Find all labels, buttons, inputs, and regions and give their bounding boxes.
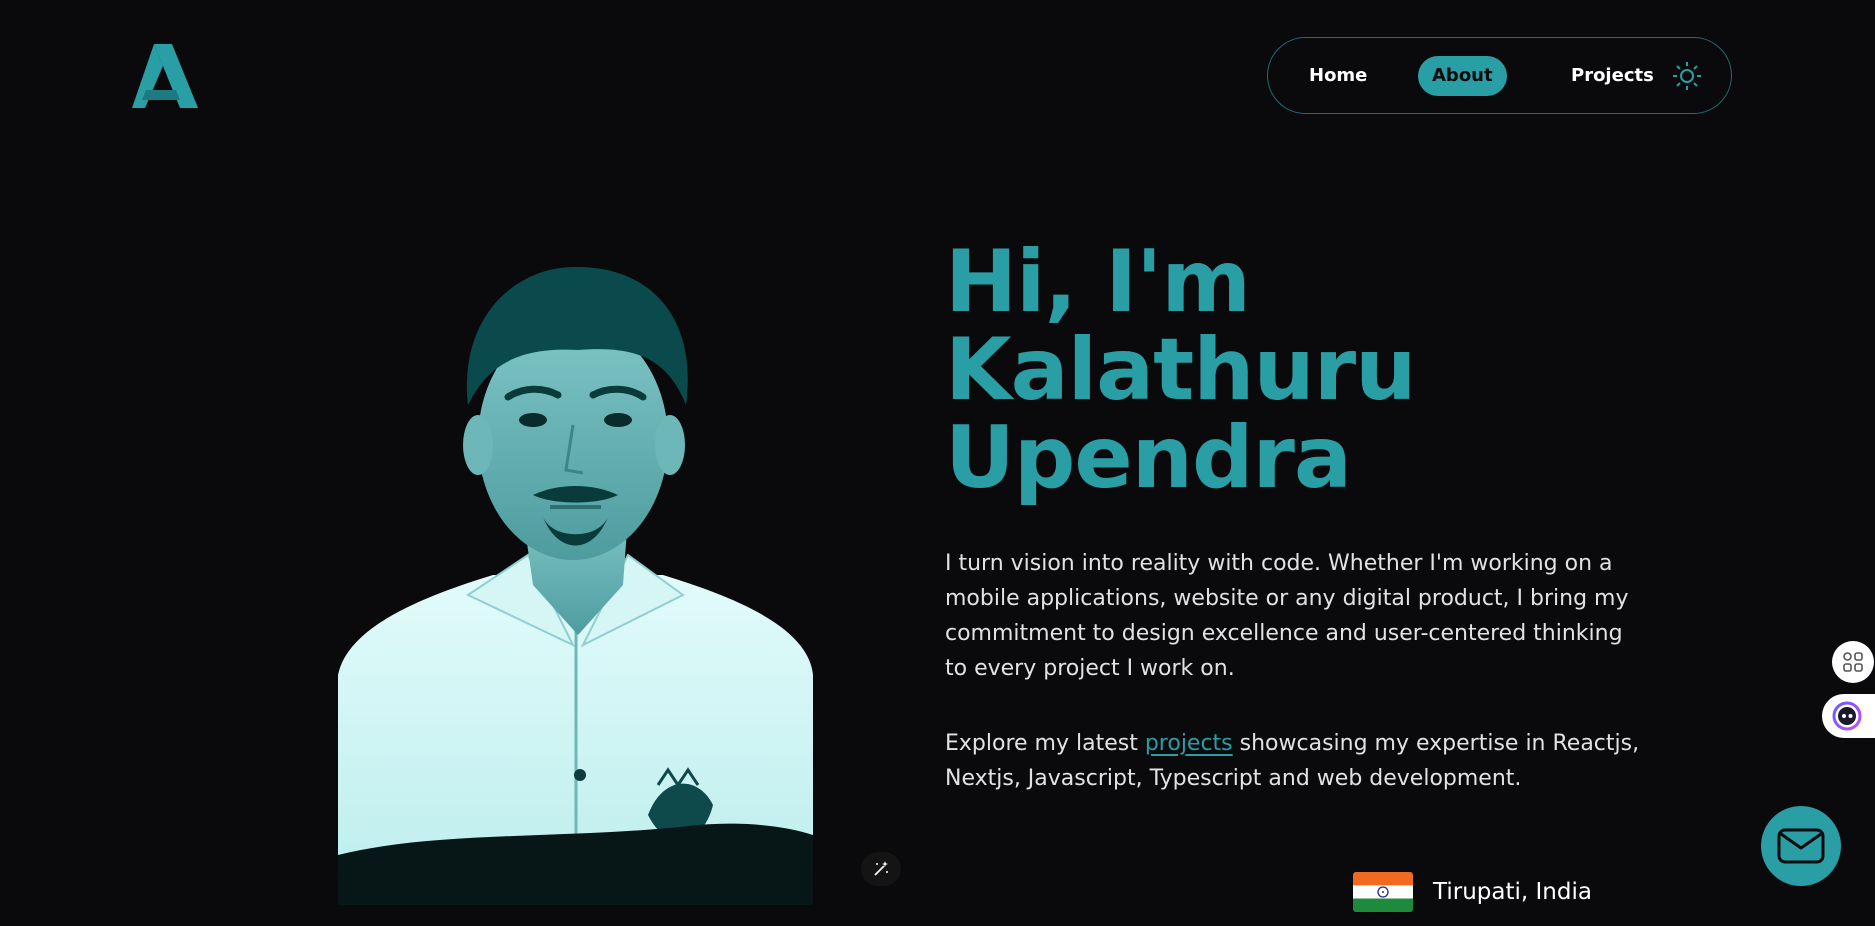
location: Tirupati, India [1353, 872, 1592, 912]
projects-link[interactable]: projects [1145, 731, 1233, 756]
assistant-face-icon[interactable] [1822, 694, 1875, 738]
projects-paragraph: Explore my latest projects showcasing my… [945, 726, 1645, 796]
profile-photo [318, 255, 838, 925]
mail-icon[interactable] [1761, 806, 1841, 886]
magic-wand-icon[interactable] [861, 852, 901, 886]
nav-home[interactable]: Home [1295, 56, 1381, 96]
projects-paragraph-lead: Explore my latest [945, 731, 1145, 756]
a-logo-icon[interactable] [132, 44, 198, 108]
intro-paragraph: I turn vision into reality with code. Wh… [945, 551, 1629, 681]
india-flag-icon [1353, 872, 1413, 912]
hero-title-line-1: Hi, I'm [945, 232, 1251, 332]
hero-title-line-3: Upendra [945, 408, 1352, 508]
nav-projects[interactable]: Projects [1557, 56, 1668, 96]
sun-icon[interactable] [1672, 61, 1702, 91]
main-nav: Home About Projects [1267, 37, 1732, 114]
hero-title-line-2: Kalathuru [945, 320, 1416, 420]
hero-title: Hi, I'm Kalathuru Upendra [945, 238, 1505, 502]
grid-icon[interactable] [1832, 641, 1874, 683]
nav-about[interactable]: About [1418, 56, 1507, 96]
location-text: Tirupati, India [1433, 879, 1592, 905]
